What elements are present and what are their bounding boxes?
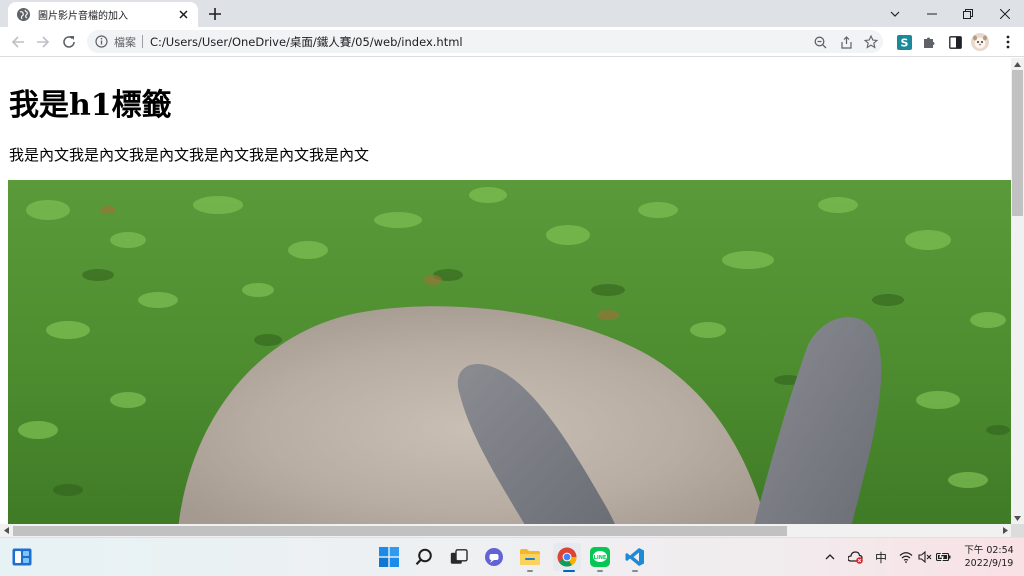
close-tab-icon[interactable] [176, 7, 190, 21]
tray-overflow-chevron-icon[interactable] [822, 549, 838, 565]
search-icon[interactable] [413, 546, 435, 568]
globe-icon [17, 8, 30, 21]
omnibox-divider [142, 35, 143, 48]
back-icon[interactable] [8, 32, 28, 52]
clock-date: 2022/9/19 [964, 558, 1014, 569]
wifi-icon[interactable] [898, 549, 914, 565]
extension-s-icon[interactable]: S [895, 33, 913, 51]
chrome-icon[interactable] [553, 543, 581, 571]
browser-toolbar: 檔案 C:/Users/User/OneDrive/桌面/鐵人賽/05/web/… [0, 27, 1024, 57]
side-panel-icon[interactable] [946, 33, 964, 51]
file-explorer-icon[interactable] [519, 546, 541, 568]
extensions-puzzle-icon[interactable] [920, 33, 938, 51]
battery-icon[interactable] [936, 549, 952, 565]
svg-text:LINE: LINE [594, 555, 607, 561]
reload-icon[interactable] [59, 32, 79, 52]
profile-avatar[interactable] [971, 33, 989, 51]
security-label: 檔案 [114, 35, 136, 49]
bookmark-star-icon[interactable] [863, 34, 879, 50]
line-running-indicator [597, 570, 603, 572]
tab-search-icon[interactable] [877, 0, 913, 27]
teams-chat-icon[interactable] [483, 546, 505, 568]
info-icon[interactable] [95, 35, 108, 48]
address-bar[interactable]: 檔案 C:/Users/User/OneDrive/桌面/鐵人賽/05/web/… [87, 30, 883, 53]
chrome-active-indicator [563, 570, 575, 572]
widgets-icon[interactable] [11, 546, 33, 568]
scroll-up-arrow-icon[interactable] [1012, 59, 1022, 69]
url-text[interactable]: C:/Users/User/OneDrive/桌面/鐵人賽/05/web/ind… [150, 34, 463, 50]
windows-taskbar: LINE 中 下午 02:54 2022/9/19 [0, 537, 1024, 576]
explorer-running-indicator [527, 570, 533, 572]
scroll-down-arrow-icon[interactable] [1012, 513, 1022, 523]
vscode-running-indicator [632, 570, 638, 572]
tab-title: 圖片影片音檔的加入 [38, 11, 128, 22]
vscode-icon[interactable] [624, 546, 646, 568]
close-window-button[interactable] [987, 0, 1023, 27]
task-view-icon[interactable] [448, 546, 470, 568]
zoom-icon[interactable] [812, 34, 828, 50]
horizontal-scroll-thumb[interactable] [13, 526, 787, 536]
scroll-right-arrow-icon[interactable] [1000, 525, 1010, 535]
line-app-icon[interactable]: LINE [589, 546, 611, 568]
forward-icon[interactable] [33, 32, 53, 52]
page-heading: 我是h1標籤 [9, 88, 172, 123]
ime-indicator[interactable]: 中 [873, 549, 889, 565]
svg-text:S: S [900, 36, 908, 49]
volume-muted-icon[interactable] [917, 549, 933, 565]
vertical-scroll-thumb[interactable] [1012, 70, 1023, 216]
onedrive-error-icon[interactable] [848, 549, 864, 565]
share-icon[interactable] [838, 34, 854, 50]
taskbar-clock[interactable]: 下午 02:54 2022/9/19 [960, 544, 1018, 570]
clock-time: 下午 02:54 [964, 545, 1014, 556]
tab-strip: 圖片影片音檔的加入 [0, 0, 1024, 27]
browser-tab[interactable]: 圖片影片音檔的加入 [8, 2, 198, 27]
page-paragraph: 我是內文我是內文我是內文我是內文我是內文我是內文 [9, 146, 370, 164]
minimize-button[interactable] [914, 0, 950, 27]
restore-button[interactable] [950, 0, 986, 27]
scroll-left-arrow-icon[interactable] [1, 525, 11, 535]
start-windows-icon[interactable] [378, 546, 400, 568]
menu-kebab-icon[interactable] [999, 33, 1017, 51]
new-tab-button[interactable] [205, 4, 225, 24]
rabbit-image [8, 180, 1011, 524]
scrollbar-corner [1011, 524, 1024, 537]
page-viewport: 我是h1標籤 我是內文我是內文我是內文我是內文我是內文我是內文 [0, 58, 1011, 524]
